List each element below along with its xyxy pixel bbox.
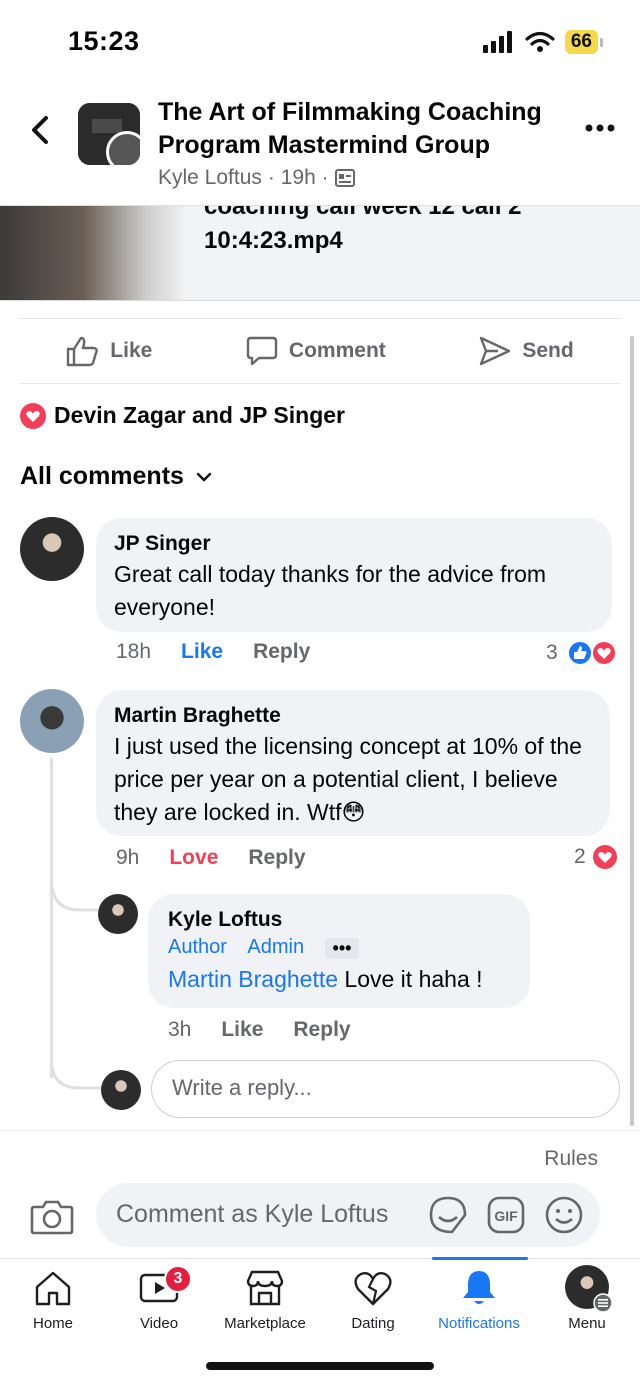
comment-author[interactable]: Martin Braghette (114, 702, 592, 730)
comment-meta: 9h Love Reply (116, 846, 306, 870)
comment-time: 9h (116, 846, 140, 869)
mention-link[interactable]: Martin Braghette (168, 966, 338, 992)
comment-button[interactable]: Comment (245, 335, 386, 367)
comment-time: 18h (116, 640, 152, 663)
home-icon (35, 1271, 71, 1306)
video-title: coaching call week 12 call 2 10:4:23.mp4 (204, 206, 522, 254)
comment-composer: Rules Comment as Kyle Loftus GIF (0, 1130, 640, 1258)
love-reaction-icon (20, 402, 46, 429)
video-attachment[interactable]: coaching call week 12 call 2 10:4:23.mp4 (0, 206, 640, 301)
like-button[interactable]: Like (66, 335, 152, 367)
group-privacy-icon (334, 169, 355, 187)
bell-icon (463, 1271, 495, 1304)
reply-text: Martin Braghette Love it haha ! (168, 966, 483, 993)
home-indicator (206, 1362, 434, 1370)
thumbs-up-icon (67, 336, 99, 367)
wifi-icon (525, 31, 555, 52)
reply-like-button[interactable]: Like (221, 1018, 263, 1042)
post-action-bar: Like Comment Send (20, 318, 620, 384)
group-avatar[interactable] (78, 103, 140, 165)
reply-meta: 3h Like Reply (168, 1018, 351, 1042)
status-bar: 15:23 66 (0, 0, 640, 86)
tab-notifications[interactable]: Notifications (426, 1259, 532, 1339)
comment-reply-button[interactable]: Reply (253, 640, 310, 664)
avatar (101, 1070, 141, 1110)
post-author[interactable]: Kyle Loftus (158, 166, 262, 190)
back-arrow-icon[interactable] (26, 110, 56, 150)
thread-connector (50, 1060, 102, 1090)
comment-author[interactable]: JP Singer (114, 530, 594, 558)
post-header: The Art of Filmmaking Coaching Program M… (0, 86, 640, 206)
video-thumbnail (0, 206, 184, 300)
reply-reply-button[interactable]: Reply (293, 1018, 350, 1042)
comment-text: I just used the licensing concept at 10%… (114, 733, 582, 825)
comment-bubble: JP Singer Great call today thanks for th… (96, 518, 612, 632)
admin-badge: Admin (247, 936, 305, 958)
send-button[interactable]: Send (478, 335, 574, 367)
comment-text: Great call today thanks for the advice f… (114, 561, 547, 620)
more-options-icon[interactable] (584, 118, 616, 138)
group-title[interactable]: The Art of Filmmaking Coaching Program M… (158, 96, 558, 162)
reply-options-button[interactable]: ••• (324, 938, 360, 960)
comment-reply-button[interactable]: Reply (248, 846, 305, 870)
emoji-icon[interactable] (544, 1195, 584, 1235)
author-badge: Author (168, 936, 227, 958)
svg-text:GIF: GIF (494, 1208, 518, 1224)
comment-icon (246, 336, 278, 366)
video-badge: 3 (164, 1265, 192, 1293)
reply-bubble: Kyle Loftus Author Admin ••• Martin Brag… (148, 894, 530, 1008)
gif-icon[interactable]: GIF (486, 1195, 526, 1235)
signal-icon (482, 31, 512, 53)
comment-meta: 18h Like Reply (116, 640, 310, 664)
status-time: 15:23 (68, 26, 140, 56)
post-time: · 19h · (267, 166, 329, 189)
tab-dating[interactable]: Dating (320, 1259, 426, 1339)
comment-reaction-count[interactable]: 2 (574, 844, 618, 870)
profile-avatar (565, 1265, 613, 1313)
comment-bubble: Martin Braghette I just used the licensi… (96, 690, 610, 836)
comment-like-button[interactable]: Like (181, 640, 223, 664)
battery-indicator: 66 (564, 30, 604, 54)
tab-menu[interactable]: Menu (534, 1259, 640, 1339)
menu-icon (593, 1293, 613, 1313)
comments-filter-dropdown[interactable]: All comments (20, 462, 212, 491)
avatar[interactable] (98, 894, 138, 934)
tab-marketplace[interactable]: Marketplace (212, 1259, 318, 1339)
composer-tools: GIF (428, 1195, 584, 1235)
avatar[interactable] (20, 517, 84, 581)
post-meta: Kyle Loftus · 19h · (158, 166, 355, 190)
reply-input[interactable]: Write a reply... (151, 1060, 620, 1118)
camera-icon[interactable] (30, 1197, 74, 1235)
comment-reaction-count[interactable]: 3 (546, 640, 618, 666)
marketplace-icon (246, 1270, 284, 1306)
reply-author[interactable]: Kyle Loftus (168, 906, 510, 934)
like-love-reaction-icon (566, 640, 617, 666)
love-reaction-icon (592, 845, 617, 869)
thread-line (50, 758, 53, 1078)
thread-connector (50, 880, 98, 912)
avatar[interactable] (20, 689, 84, 753)
sticker-icon[interactable] (428, 1195, 468, 1235)
dating-heart-icon (354, 1271, 392, 1306)
send-icon (480, 336, 511, 366)
tab-video[interactable]: Video (106, 1259, 212, 1339)
scrollbar[interactable] (630, 336, 634, 1126)
rules-link[interactable]: Rules (544, 1147, 598, 1171)
chevron-down-icon (196, 472, 212, 482)
reaction-summary[interactable]: Devin Zagar and JP Singer (20, 402, 345, 429)
comment-love-button[interactable]: Love (169, 846, 218, 870)
status-icons: 66 (482, 30, 604, 54)
author-badges: Author Admin ••• (168, 936, 510, 960)
tab-home[interactable]: Home (0, 1259, 106, 1339)
reply-time: 3h (168, 1018, 192, 1041)
